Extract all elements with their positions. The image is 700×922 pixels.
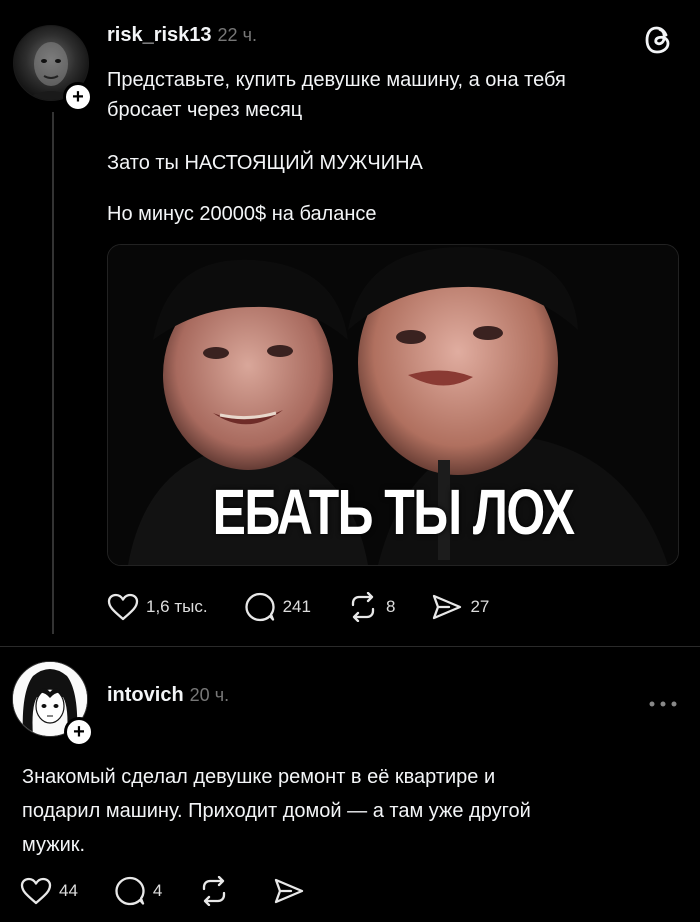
comment-count: 4 — [152, 881, 163, 900]
heart-icon — [20, 877, 52, 905]
more-options-button[interactable] — [648, 695, 678, 713]
post-divider — [0, 646, 700, 647]
like-count: 44 — [59, 881, 78, 900]
comment-button[interactable]: 4 — [114, 876, 162, 906]
heart-icon — [107, 593, 139, 621]
username[interactable]: risk_risk13 — [107, 24, 212, 46]
repost-count: 8 — [385, 597, 396, 616]
post-text-paragraph-2: Зато ты НАСТОЯЩИЙ МУЖЧИНА — [107, 152, 423, 174]
timestamp: 20 ч. — [189, 685, 230, 705]
image-caption-text: ЕБАТЬ ТЫ ЛОХ — [212, 476, 575, 548]
share-button[interactable]: 27 — [431, 593, 489, 621]
comment-button[interactable]: 241 — [244, 592, 311, 622]
comment-icon — [115, 876, 145, 906]
post-header: risk_risk13 22 ч. — [107, 24, 257, 47]
comment-icon — [244, 592, 275, 622]
more-icon — [649, 701, 677, 707]
plus-icon: + — [73, 721, 85, 743]
threads-logo-icon[interactable] — [644, 23, 676, 62]
like-button[interactable]: 1,6 тыс. — [107, 593, 208, 621]
repost-button[interactable]: 8 — [347, 592, 395, 622]
like-button[interactable]: 44 — [20, 877, 78, 905]
username[interactable]: intovich — [107, 684, 184, 706]
post-text-paragraph-1: Представьте, купить девушке машину, а он… — [107, 69, 566, 121]
post-text-paragraph-3: Но минус 20000$ на балансе — [107, 203, 377, 225]
timestamp: 22 ч. — [217, 25, 257, 45]
repost-icon — [203, 876, 226, 906]
post-2-actions: 44 4 — [20, 876, 348, 906]
repost-button[interactable] — [198, 876, 237, 906]
plus-icon: + — [72, 86, 84, 108]
post-header: intovich 20 ч. — [107, 684, 229, 707]
share-button[interactable] — [273, 877, 312, 905]
follow-plus-button[interactable]: + — [63, 82, 93, 112]
share-icon — [433, 594, 462, 620]
post-1-actions: 1,6 тыс. 241 8 27 — [107, 592, 525, 622]
post-text: Знакомый сделал девушке ремонт в её квар… — [22, 766, 531, 856]
post-image[interactable]: ЕБАТЬ ТЫ ЛОХ — [107, 244, 679, 566]
follow-plus-button[interactable]: + — [64, 717, 94, 747]
like-count: 1,6 тыс. — [146, 597, 208, 616]
share-icon — [275, 878, 304, 904]
comment-count: 241 — [282, 597, 311, 616]
thread-connector-line — [52, 112, 54, 634]
share-count: 27 — [470, 597, 490, 616]
repost-icon — [351, 592, 375, 622]
